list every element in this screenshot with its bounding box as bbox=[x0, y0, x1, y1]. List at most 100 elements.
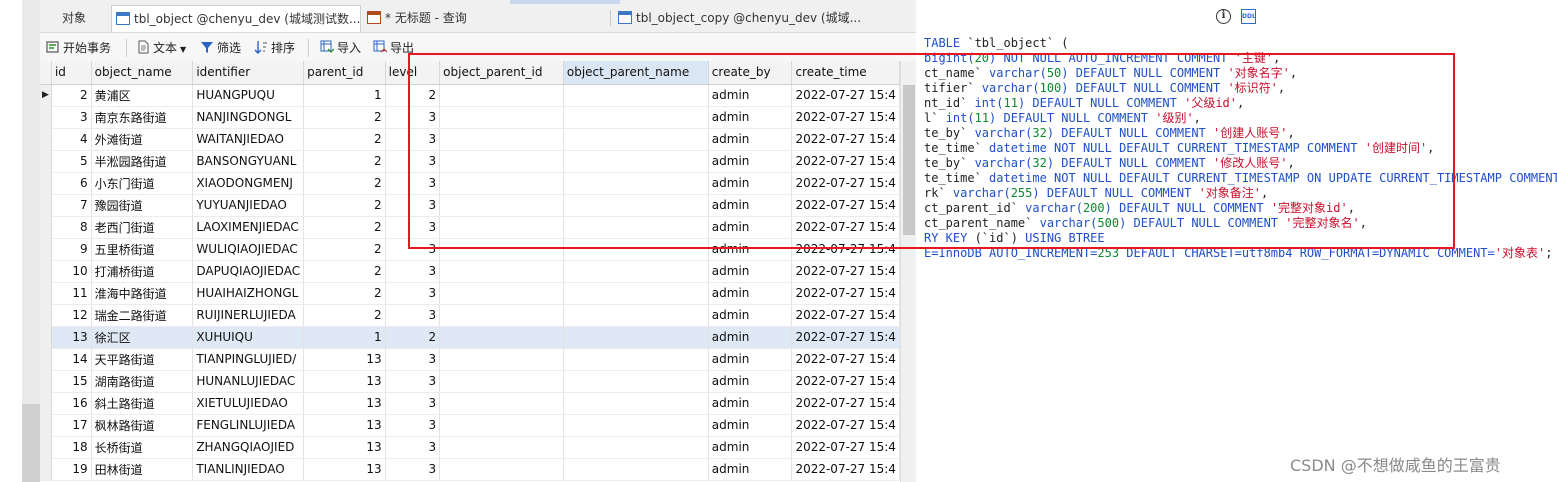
cell-parent-id[interactable]: 13 bbox=[303, 458, 386, 481]
cell-id[interactable]: 9 bbox=[51, 238, 92, 261]
table-row[interactable]: 6 小东门街道 XIAODONGMENJ 2 3 admin 2022-07-27 15:4 bbox=[40, 172, 900, 195]
table-row[interactable]: 16 斜土路街道 XIETULUJIEDAO 13 3 admin 2022-07-27 1… bbox=[40, 392, 900, 415]
cell-object-parent-name[interactable] bbox=[563, 436, 709, 459]
table-row[interactable]: 10 打浦桥街道 DAPUQIAOJIEDAC 2 3 admin 2022-07-27 1… bbox=[40, 260, 900, 283]
cell-object-parent-name[interactable] bbox=[563, 260, 709, 283]
cell-identifier[interactable]: XIETULUJIEDAO bbox=[192, 392, 305, 415]
cell-id[interactable]: 14 bbox=[51, 348, 92, 371]
cell-create-by[interactable]: admin bbox=[708, 216, 793, 239]
cell-parent-id[interactable]: 2 bbox=[303, 282, 386, 305]
cell-id[interactable]: 4 bbox=[51, 128, 92, 151]
cell-parent-id[interactable]: 2 bbox=[303, 304, 386, 327]
cell-object-name[interactable]: 小东门街道 bbox=[91, 172, 194, 195]
cell-object-parent-id[interactable] bbox=[439, 172, 564, 195]
cell-object-name[interactable]: 天平路街道 bbox=[91, 348, 194, 371]
cell-create-by[interactable]: admin bbox=[708, 238, 793, 261]
table-row[interactable]: 19 田林街道 TIANLINJIEDAO 13 3 admin 2022-07-27 15… bbox=[40, 458, 900, 481]
cell-id[interactable]: 15 bbox=[51, 370, 92, 393]
cell-level[interactable]: 3 bbox=[385, 238, 441, 261]
cell-object-parent-id[interactable] bbox=[439, 238, 564, 261]
cell-create-time[interactable]: 2022-07-27 15:4 bbox=[791, 304, 900, 327]
cell-id[interactable]: 2 bbox=[51, 84, 92, 107]
text-view-button[interactable]: 文本 ▼ bbox=[136, 38, 186, 58]
cell-level[interactable]: 3 bbox=[385, 348, 441, 371]
column-header-object-parent-id[interactable]: object_parent_id bbox=[439, 61, 564, 85]
cell-level[interactable]: 3 bbox=[385, 260, 441, 283]
row-indicator[interactable] bbox=[40, 458, 52, 481]
row-indicator[interactable] bbox=[40, 172, 52, 195]
import-button[interactable]: 导入 bbox=[320, 38, 361, 58]
row-indicator[interactable] bbox=[40, 260, 52, 283]
cell-object-name[interactable]: 黄浦区 bbox=[91, 84, 194, 107]
cell-create-by[interactable]: admin bbox=[708, 458, 793, 481]
cell-parent-id[interactable]: 2 bbox=[303, 238, 386, 261]
row-indicator[interactable] bbox=[40, 414, 52, 437]
cell-identifier[interactable]: WAITANJIEDAO bbox=[192, 128, 305, 151]
cell-object-parent-name[interactable] bbox=[563, 370, 709, 393]
column-header-identifier[interactable]: identifier bbox=[192, 61, 305, 85]
row-indicator[interactable] bbox=[40, 106, 52, 129]
table-row[interactable]: 14 天平路街道 TIANPINGLUJIED/13 3 admin 2022-07-27… bbox=[40, 348, 900, 371]
cell-identifier[interactable]: DAPUQIAOJIEDAC bbox=[192, 260, 305, 283]
cell-object-parent-id[interactable] bbox=[439, 150, 564, 173]
cell-create-by[interactable]: admin bbox=[708, 370, 793, 393]
table-row[interactable]: 12 瑞金二路街道 RUIJINERLUJIEDA 2 3 admin 2022-07-27… bbox=[40, 304, 900, 327]
sort-button[interactable]: 排序 bbox=[254, 38, 295, 58]
cell-object-parent-name[interactable] bbox=[563, 238, 709, 261]
cell-object-parent-id[interactable] bbox=[439, 84, 564, 107]
cell-identifier[interactable]: TIANLINJIEDAO bbox=[192, 458, 305, 481]
cell-object-name[interactable]: 南京东路街道 bbox=[91, 106, 194, 129]
cell-create-by[interactable]: admin bbox=[708, 106, 793, 129]
tab-untitled-query[interactable]: * 无标题 - 查询 bbox=[365, 5, 590, 32]
cell-object-parent-name[interactable] bbox=[562, 84, 709, 107]
row-indicator[interactable] bbox=[40, 282, 52, 305]
cell-create-time[interactable]: 2022-07-27 15:4 bbox=[791, 348, 900, 371]
cell-object-parent-name[interactable] bbox=[563, 106, 709, 129]
cell-parent-id[interactable]: 2 bbox=[303, 260, 386, 283]
cell-parent-id[interactable]: 13 bbox=[303, 392, 386, 415]
row-indicator[interactable] bbox=[40, 216, 52, 239]
cell-create-time[interactable]: 2022-07-27 15:4 bbox=[791, 106, 900, 129]
cell-create-by[interactable]: admin bbox=[708, 436, 793, 459]
cell-object-parent-name[interactable] bbox=[563, 150, 709, 173]
current-row-indicator[interactable]: ▶ bbox=[40, 84, 52, 107]
cell-object-name[interactable]: 枫林路街道 bbox=[91, 414, 194, 437]
cell-parent-id[interactable]: 2 bbox=[303, 128, 386, 151]
cell-id[interactable]: 11 bbox=[51, 282, 92, 305]
cell-id[interactable]: 18 bbox=[51, 436, 92, 459]
row-indicator[interactable] bbox=[40, 348, 52, 371]
cell-level[interactable]: 3 bbox=[385, 458, 441, 481]
cell-create-time[interactable]: 2022-07-27 15:4 bbox=[791, 128, 900, 151]
cell-create-time[interactable]: 2022-07-27 15:4 bbox=[791, 260, 900, 283]
cell-parent-id[interactable]: 1 bbox=[303, 84, 386, 107]
cell-id[interactable]: 8 bbox=[51, 216, 92, 239]
cell-id[interactable]: 10 bbox=[51, 260, 92, 283]
cell-parent-id[interactable]: 2 bbox=[303, 216, 386, 239]
cell-create-by[interactable]: admin bbox=[708, 392, 793, 415]
cell-create-time[interactable]: 2022-07-27 15:4 bbox=[791, 414, 900, 437]
cell-object-parent-name[interactable] bbox=[563, 348, 709, 371]
cell-object-parent-name[interactable] bbox=[563, 458, 709, 481]
cell-object-name[interactable]: 打浦桥街道 bbox=[91, 260, 194, 283]
row-indicator[interactable] bbox=[40, 326, 52, 349]
cell-object-parent-id[interactable] bbox=[439, 106, 564, 129]
cell-create-time[interactable]: 2022-07-27 15:4 bbox=[791, 194, 900, 217]
cell-identifier[interactable]: HUNANLUJIEDAC bbox=[192, 370, 305, 393]
cell-id[interactable]: 6 bbox=[51, 172, 92, 195]
cell-level[interactable]: 3 bbox=[385, 216, 441, 239]
cell-level[interactable]: 2 bbox=[385, 84, 441, 107]
cell-create-time[interactable]: 2022-07-27 15:4 bbox=[791, 458, 900, 481]
cell-identifier[interactable]: HUANGPUQU bbox=[192, 84, 305, 107]
cell-parent-id[interactable]: 13 bbox=[303, 370, 386, 393]
cell-identifier[interactable]: NANJINGDONGL bbox=[192, 106, 305, 129]
cell-object-parent-id[interactable] bbox=[439, 304, 564, 327]
cell-object-parent-name[interactable] bbox=[563, 282, 709, 305]
cell-object-name[interactable]: 徐汇区 bbox=[91, 326, 194, 349]
cell-id[interactable]: 19 bbox=[51, 458, 92, 481]
cell-identifier[interactable]: LAOXIMENJIEDAC bbox=[192, 216, 305, 239]
column-header-object-name[interactable]: object_name bbox=[91, 61, 194, 85]
cell-id[interactable]: 12 bbox=[51, 304, 92, 327]
cell-object-parent-id[interactable] bbox=[439, 194, 564, 217]
cell-parent-id[interactable]: 2 bbox=[303, 106, 386, 129]
cell-object-name[interactable]: 淮海中路街道 bbox=[91, 282, 194, 305]
